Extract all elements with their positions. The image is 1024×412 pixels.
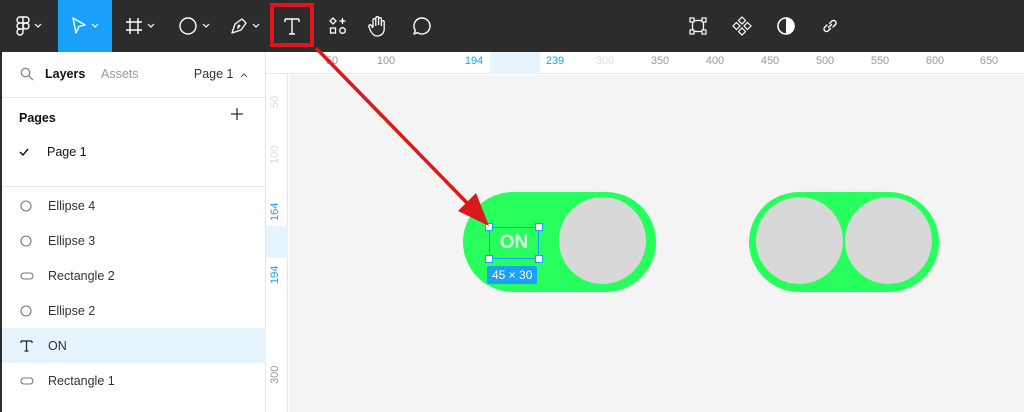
layer-rectangle-1[interactable]: Rectangle 1: [2, 363, 266, 398]
ruler-label: 100: [376, 55, 396, 67]
chevron-down-icon: [34, 23, 42, 28]
boolean-groups-button[interactable]: [678, 0, 718, 52]
layer-ellipse-4[interactable]: Ellipse 4: [2, 188, 266, 223]
page-item-label: Page 1: [47, 145, 87, 159]
layer-label: Rectangle 2: [48, 268, 115, 283]
mask-button[interactable]: [766, 0, 806, 52]
ruler-label: 500: [815, 55, 835, 67]
chevron-up-icon: [240, 73, 248, 78]
hand-tool-button[interactable]: [358, 0, 398, 52]
link-button[interactable]: [810, 0, 850, 52]
on-text-label: ON: [499, 232, 529, 253]
layers-panel: Layers Assets Page 1 Pages Page 1 Ellips…: [0, 52, 266, 412]
create-component-button[interactable]: [722, 0, 762, 52]
layer-label: ON: [48, 338, 67, 353]
ruler-label: 50: [325, 55, 339, 67]
toggle-on-knob-ellipse-2[interactable]: [559, 197, 646, 284]
ruler-label: 300: [595, 55, 615, 67]
chevron-down-icon: [91, 23, 99, 28]
link-icon: [823, 19, 837, 33]
resize-handle-top-right[interactable]: [535, 223, 543, 231]
ellipse-icon: [20, 199, 48, 212]
ruler-label-selection-start: 164: [269, 202, 281, 221]
layer-label: Ellipse 2: [48, 303, 96, 318]
contrast-icon: [777, 17, 795, 35]
page-selector-label: Page 1: [193, 67, 234, 81]
ruler-selection-highlight: [266, 226, 288, 258]
ruler-label-selection-start: 194: [464, 55, 484, 67]
design-canvas[interactable]: ON 45 × 30: [289, 75, 1024, 412]
comment-icon: [413, 17, 431, 35]
ruler-label: 550: [870, 55, 890, 67]
frame-tool-button[interactable]: [116, 0, 164, 52]
ruler-top: 50 100 194 239 300 350 400 450 500 550 6…: [266, 52, 1024, 74]
pointer-icon: [72, 17, 86, 34]
ruler-label: 350: [650, 55, 670, 67]
layer-on-text[interactable]: ON: [2, 328, 266, 363]
ruler-label: 650: [979, 55, 999, 67]
resources-tool-button[interactable]: [318, 0, 358, 52]
add-page-icon[interactable]: [230, 107, 244, 121]
component-frame-icon: [689, 17, 707, 35]
chevron-down-icon: [252, 23, 260, 28]
ruler-left: 50 100 164 194 300: [266, 74, 288, 412]
hand-icon: [368, 16, 385, 37]
search-icon[interactable]: [20, 67, 34, 81]
layer-label: Ellipse 4: [48, 198, 96, 213]
text-tool-highlight-box: [270, 3, 314, 47]
resize-handle-top-left[interactable]: [485, 223, 493, 231]
layer-label: Ellipse 3: [48, 233, 96, 248]
dimension-badge: 45 × 30: [487, 266, 538, 284]
ruler-selection-highlight: [490, 52, 540, 74]
chevron-down-icon: [147, 23, 155, 28]
panel-divider: [2, 186, 266, 187]
ellipse-icon: [20, 304, 48, 317]
resize-handle-bottom-left[interactable]: [485, 255, 493, 263]
comment-tool-button[interactable]: [402, 0, 442, 52]
page-item-page-1[interactable]: Page 1: [19, 145, 87, 159]
ruler-label-selection-end: 239: [545, 55, 565, 67]
shape-tool-button[interactable]: [170, 0, 218, 52]
ellipse-icon: [179, 17, 197, 35]
ruler-label: 600: [925, 55, 945, 67]
tab-layers[interactable]: Layers: [45, 67, 85, 81]
pages-header: Pages: [19, 111, 56, 125]
frame-icon: [126, 18, 142, 34]
toggle-off-knob-ellipse-4[interactable]: [845, 197, 932, 284]
toolbar: [0, 0, 1024, 52]
panel-tabs: Layers Assets Page 1: [2, 52, 266, 98]
ruler-label: 450: [760, 55, 780, 67]
pen-icon: [231, 18, 247, 34]
ruler-label-selection-end: 194: [269, 265, 281, 284]
ruler-label: 100: [269, 145, 281, 164]
tab-assets[interactable]: Assets: [101, 67, 139, 81]
text-icon: [20, 339, 48, 352]
ruler-label: 300: [269, 365, 281, 384]
checkmark-icon: [19, 145, 47, 159]
on-text-layer[interactable]: ON: [489, 227, 539, 259]
ruler-label: 400: [705, 55, 725, 67]
page-selector[interactable]: Page 1: [194, 67, 248, 81]
figma-logo-icon: [16, 16, 30, 36]
rectangle-icon: [20, 271, 48, 281]
resources-icon: [329, 17, 346, 34]
layer-ellipse-3[interactable]: Ellipse 3: [2, 223, 266, 258]
layer-label: Rectangle 1: [48, 373, 115, 388]
move-tool-button[interactable]: [58, 0, 112, 52]
chevron-down-icon: [202, 23, 210, 28]
toggle-off-knob-ellipse-3[interactable]: [756, 197, 843, 284]
layer-rectangle-2[interactable]: Rectangle 2: [2, 258, 266, 293]
component-icon: [732, 16, 752, 36]
resize-handle-bottom-right[interactable]: [535, 255, 543, 263]
pen-tool-button[interactable]: [222, 0, 268, 52]
ruler-label: 50: [269, 95, 281, 108]
ellipse-icon: [20, 234, 48, 247]
main-menu-button[interactable]: [4, 0, 54, 52]
rectangle-icon: [20, 376, 48, 386]
layer-ellipse-2[interactable]: Ellipse 2: [2, 293, 266, 328]
